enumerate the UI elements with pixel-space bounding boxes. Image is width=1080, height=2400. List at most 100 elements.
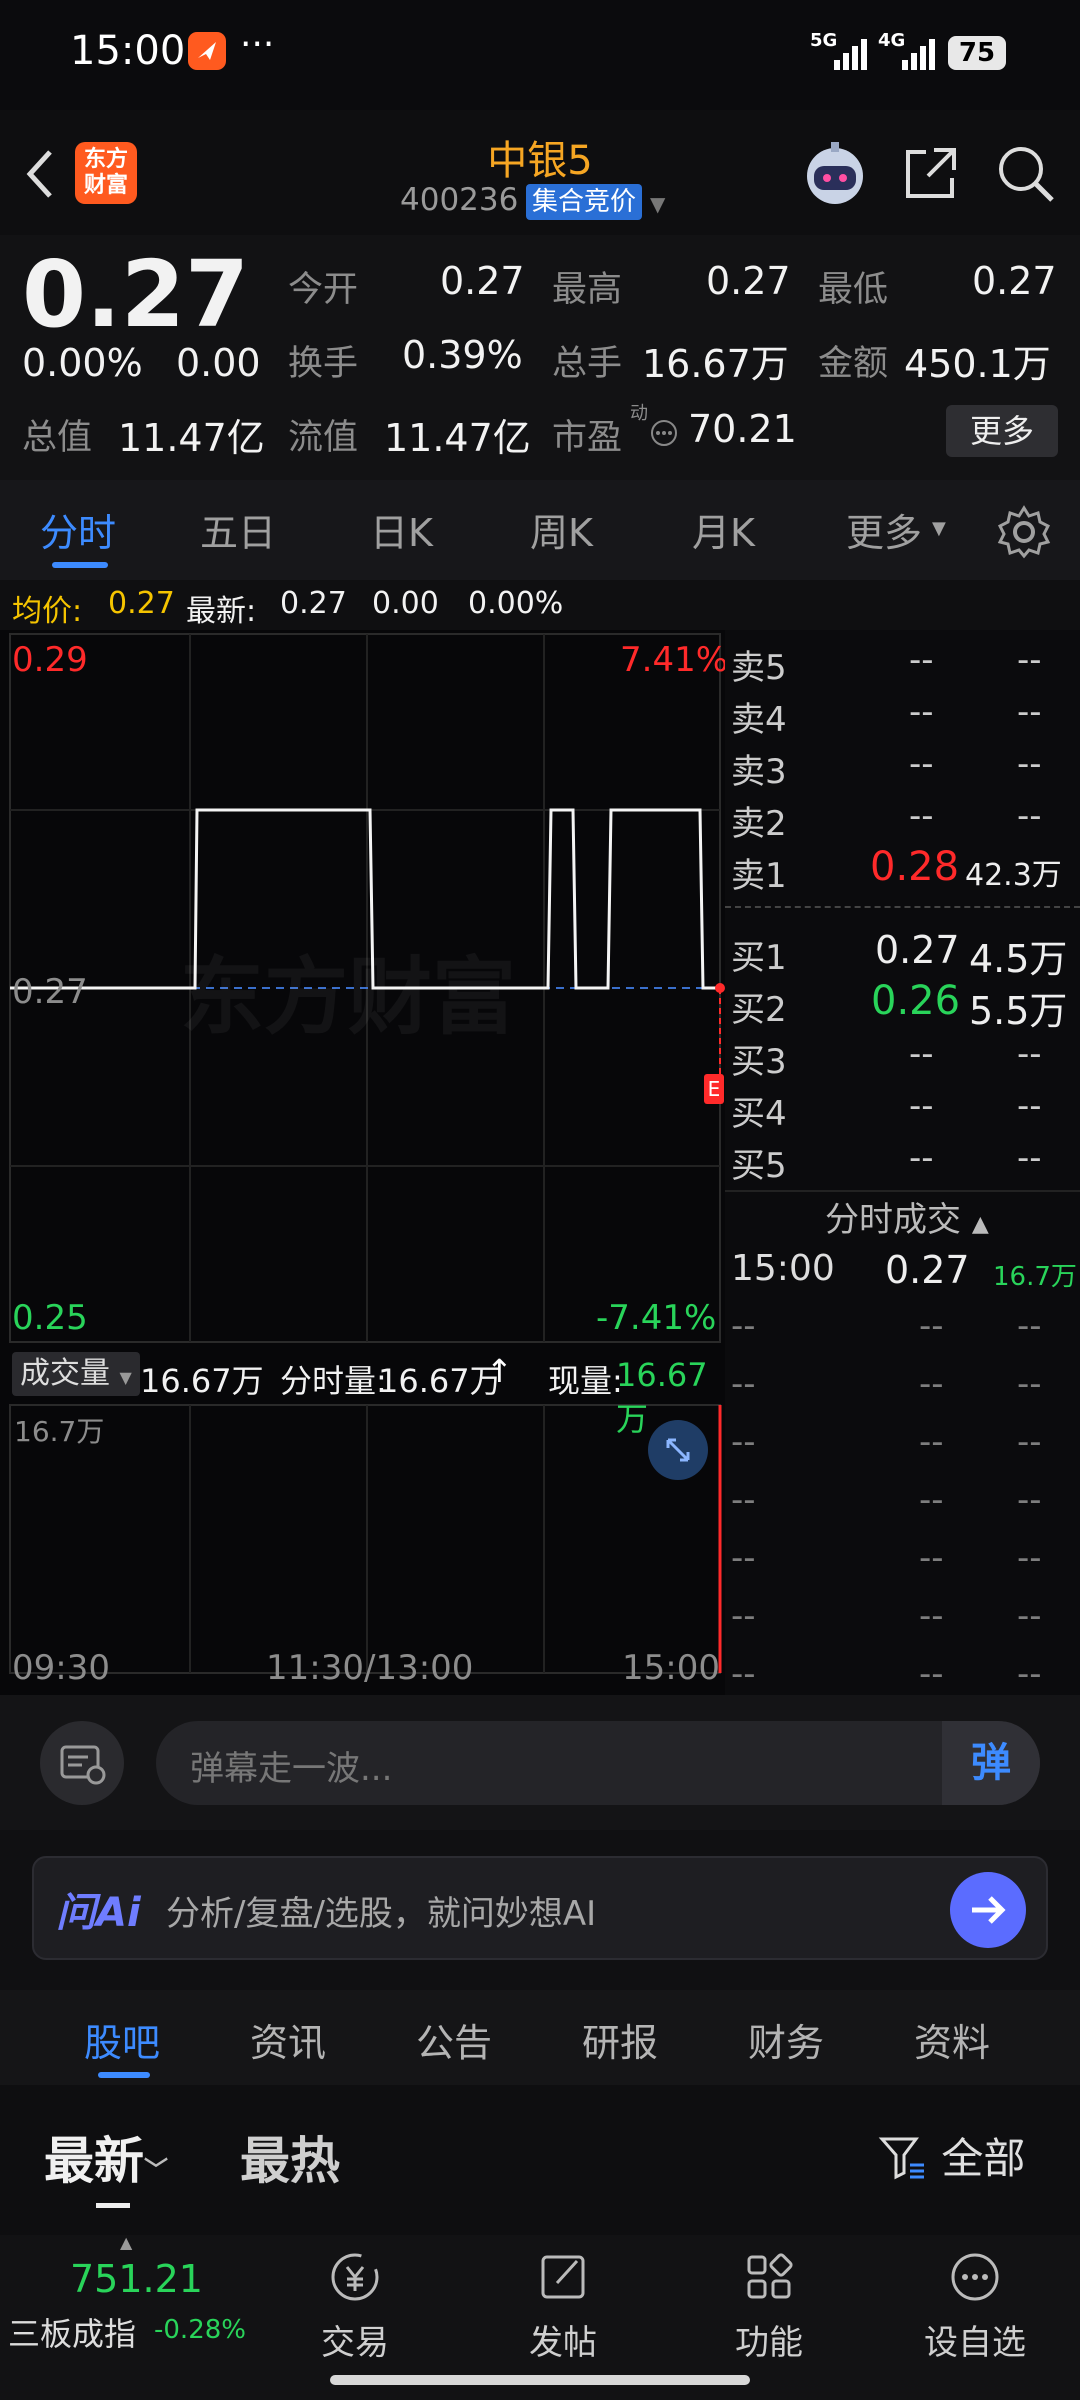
avg-value: 0.27 [108, 586, 175, 621]
up-arrow-icon: ↑ [486, 1352, 513, 1390]
tab-more[interactable]: 更多 [846, 502, 922, 557]
search-icon[interactable] [994, 142, 1058, 210]
status-time: 15:00 [70, 28, 186, 74]
ask-price: -- [909, 640, 934, 680]
chart-svg [9, 633, 725, 1674]
grid-function-icon [747, 2253, 793, 2299]
tab-finance[interactable]: 财务 [748, 2012, 824, 2067]
float-label: 流值 [288, 418, 359, 458]
bid-volume: -- [1017, 1034, 1042, 1074]
dropdown-triangle-icon[interactable]: ▼ [650, 192, 665, 216]
tab-monthly-k[interactable]: 月K [692, 502, 755, 557]
ask-volume: -- [1017, 640, 1042, 680]
period-tabs: 分时 五日 日K 周K 月K 更多 ▼ [0, 480, 1080, 580]
bid-row-5: 买5 -- -- [725, 1136, 1080, 1186]
nav-function[interactable]: 功能 [694, 2247, 844, 2364]
bid-volume: 4.5万 [969, 937, 1068, 981]
index-change: -0.28% [154, 2315, 246, 2345]
index-ticker[interactable]: ▲ 751.21 三板成指 -0.28% [0, 2233, 260, 2355]
ai-submit-arrow-icon[interactable] [950, 1872, 1026, 1948]
bid-volume: -- [1017, 1138, 1042, 1178]
danmu-send-button[interactable]: 弹 [942, 1721, 1040, 1805]
ask-label: 卖1 [731, 856, 787, 896]
tab-intraday[interactable]: 分时 [40, 502, 116, 557]
latest-label: 最新: [186, 594, 257, 629]
share-icon[interactable] [900, 142, 962, 208]
caret-up-icon: ▲ [120, 2233, 133, 2252]
x-axis-start: 09:30 [12, 1648, 110, 1688]
nav-post-label: 发帖 [529, 2323, 597, 2363]
back-arrow-icon[interactable] [20, 146, 60, 206]
trade-row: 15:00 0.27 16.7万 [725, 1248, 1080, 1304]
tab-guba[interactable]: 股吧 [84, 2012, 160, 2067]
sort-latest[interactable]: 最新﹀ [44, 2121, 168, 2193]
battery-icon: 75 [948, 36, 1006, 70]
danmu-settings-icon[interactable] [40, 1721, 124, 1805]
y-axis-bottom: 0.25 [12, 1298, 88, 1338]
filter-button[interactable]: 全部 [876, 2125, 1025, 2193]
active-section-indicator [98, 2072, 150, 2078]
logo-line-2: 财富 [83, 173, 128, 198]
ask-price: -- [909, 796, 934, 836]
nav-trade[interactable]: 交易 [280, 2247, 430, 2364]
ask-volume: -- [1017, 692, 1042, 732]
auction-badge[interactable]: 集合竞价 [526, 184, 643, 220]
settings-gear-icon[interactable] [996, 504, 1052, 564]
ask-label: 卖2 [731, 804, 787, 844]
tick-volume-label: 分时量: [280, 1362, 387, 1400]
eastmoney-logo: 东方 财富 [75, 142, 137, 204]
tab-profile[interactable]: 资料 [914, 2012, 990, 2067]
y-axis-mid: 0.27 [12, 972, 88, 1012]
volume-value: 16.67万 [642, 342, 789, 386]
volume-selector[interactable]: 成交量 ▼ [12, 1352, 140, 1396]
ai-input-bar[interactable]: 问Ai 分析/复盘/选股，就问妙想AI [32, 1856, 1048, 1960]
trades-title[interactable]: 分时成交 ▲ [825, 1192, 989, 1241]
tab-announcements[interactable]: 公告 [416, 2012, 492, 2067]
volume-selector-label: 成交量 [20, 1356, 110, 1391]
tab-research[interactable]: 研报 [582, 2012, 658, 2067]
bid-row-3: 买3 -- -- [725, 1032, 1080, 1082]
trade-volume: -- [1017, 1422, 1042, 1462]
volume-total: 16.67万 [140, 1362, 264, 1400]
home-indicator[interactable] [330, 2375, 750, 2385]
ask-row-4: 卖4 -- -- [725, 690, 1080, 740]
expand-icon[interactable] [648, 1420, 708, 1480]
trade-price: -- [919, 1654, 944, 1694]
bid-price: 0.27 [875, 928, 960, 972]
status-bar: 15:00 ··· 5G 4G 75 [0, 0, 1080, 110]
caret-up-icon: ▲ [971, 1212, 989, 1237]
bid-label: 买3 [731, 1042, 787, 1082]
more-button[interactable]: 更多 [946, 405, 1058, 457]
low-label: 最低 [818, 270, 889, 310]
pe-info-icon[interactable] [650, 419, 678, 451]
filter-label: 全部 [941, 2134, 1026, 2183]
e-marker: E [704, 1074, 724, 1104]
trade-time: -- [731, 1480, 756, 1520]
sort-hot[interactable]: 最热 [240, 2121, 340, 2193]
high-value: 0.27 [706, 259, 791, 303]
nav-add-watchlist[interactable]: 设自选 [900, 2247, 1050, 2364]
trade-row: -- -- -- [725, 1422, 1080, 1478]
tab-weekly-k[interactable]: 周K [530, 502, 593, 557]
tab-daily-k[interactable]: 日K [370, 502, 433, 557]
ask-volume: 42.3万 [965, 858, 1062, 893]
danmu-placeholder: 弹幕走一波... [190, 1749, 393, 1789]
trade-volume: -- [1017, 1538, 1042, 1578]
active-tab-indicator [52, 562, 108, 568]
edit-post-icon [541, 2255, 585, 2299]
robot-assistant-icon[interactable] [800, 138, 870, 212]
ask-volume: -- [1017, 744, 1042, 784]
bid-row-2: 买2 0.26 5.5万 [725, 978, 1080, 1033]
pe-label: 市盈 [552, 418, 623, 458]
nav-trade-label: 交易 [321, 2323, 389, 2363]
nav-post[interactable]: 发帖 [488, 2247, 638, 2364]
danmu-input[interactable]: 弹幕走一波... 弹 [156, 1721, 1040, 1805]
tab-five-day[interactable]: 五日 [200, 502, 276, 557]
sort-latest-label: 最新 [44, 2132, 144, 2190]
trade-yen-icon [331, 2253, 379, 2301]
mktcap-label: 总值 [22, 418, 93, 458]
intraday-chart[interactable]: 东方财富 0.29 0.27 0.25 7.41% -7.41% E 成交量 ▼… [0, 630, 728, 1695]
bid-label: 买5 [731, 1146, 787, 1186]
tab-news[interactable]: 资讯 [250, 2012, 326, 2067]
trade-row: -- -- -- [725, 1596, 1080, 1652]
